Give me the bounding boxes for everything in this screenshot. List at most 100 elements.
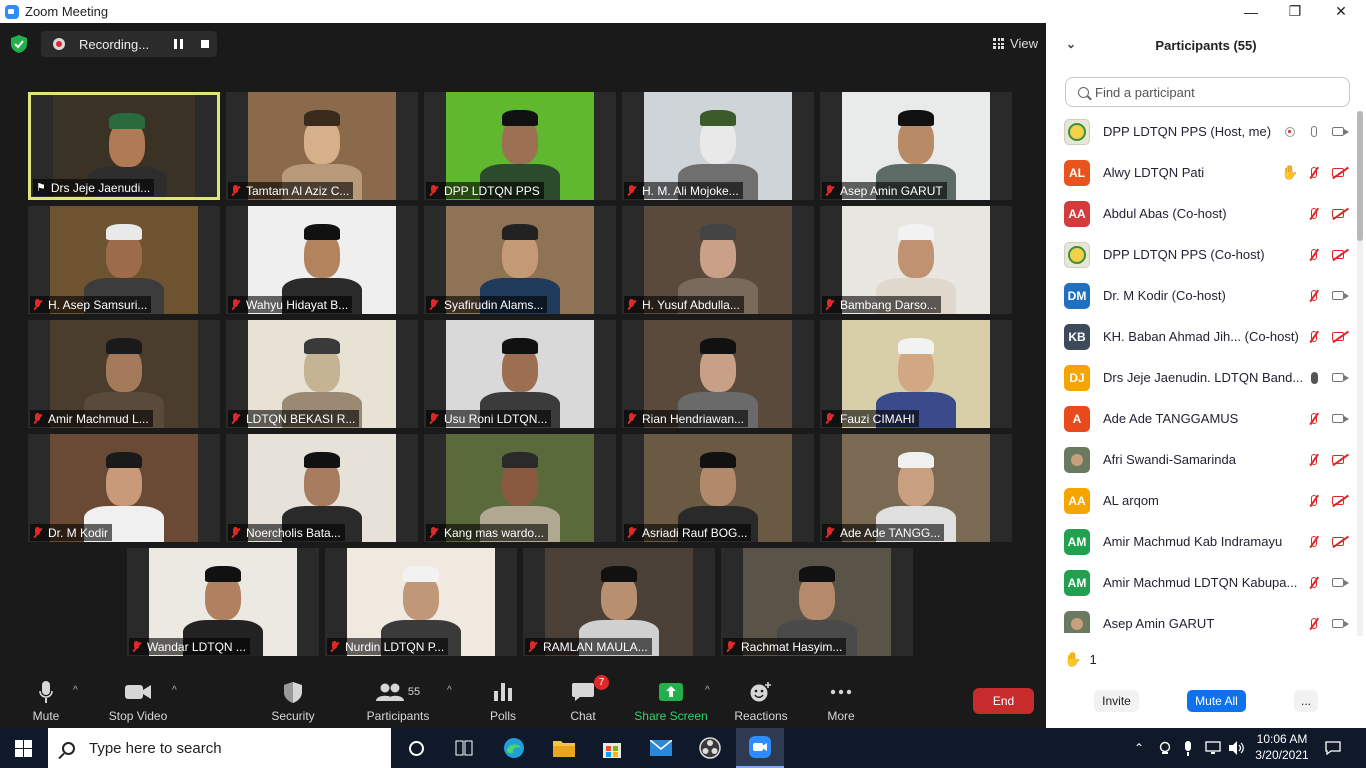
video-camera-off-icon[interactable] — [1326, 534, 1350, 550]
obs-studio-icon[interactable] — [686, 728, 734, 768]
stop-video-button[interactable]: Stop Video — [104, 679, 172, 723]
file-explorer-icon[interactable] — [540, 728, 588, 768]
microphone-muted-icon[interactable] — [1302, 493, 1326, 509]
participants-button[interactable]: 55 Participants — [362, 679, 434, 723]
video-tile[interactable]: Syafirudin Alams... — [424, 206, 616, 314]
microphone-muted-icon[interactable] — [1302, 534, 1326, 550]
zoom-taskbar-icon[interactable] — [736, 728, 784, 768]
participant-search[interactable] — [1065, 77, 1350, 107]
participant-row[interactable]: KB KH. Baban Ahmad Jih... (Co-host) — [1046, 316, 1356, 357]
network-icon[interactable] — [1205, 728, 1221, 768]
end-meeting-button[interactable]: End — [973, 688, 1034, 714]
invite-button[interactable]: Invite — [1094, 690, 1139, 712]
task-view-icon[interactable] — [440, 728, 488, 768]
cortana-icon[interactable] — [392, 728, 440, 768]
pause-recording-button[interactable] — [174, 39, 183, 49]
video-camera-off-icon[interactable] — [1326, 452, 1350, 468]
share-screen-button[interactable]: Share Screen — [634, 679, 708, 723]
participant-row[interactable]: DJ Drs Jeje Jaenudin. LDTQN Band... — [1046, 357, 1356, 398]
video-tile[interactable]: Noercholis Bata... — [226, 434, 418, 542]
participant-row[interactable]: A Ade Ade TANGGAMUS — [1046, 398, 1356, 439]
maximize-button[interactable]: ❐ — [1272, 0, 1318, 23]
minimize-button[interactable]: — — [1228, 0, 1274, 23]
system-clock[interactable]: 10:06 AM 3/20/2021 — [1254, 731, 1310, 763]
video-tile[interactable]: Wandar LDTQN ... — [127, 548, 319, 656]
video-tile[interactable]: Asriadi Rauf BOG... — [622, 434, 814, 542]
video-tile[interactable]: Fauzi CIMAHI — [820, 320, 1012, 428]
video-camera-off-icon[interactable] — [1326, 165, 1350, 181]
video-options-caret[interactable]: ^ — [172, 685, 177, 696]
participant-row[interactable]: AA Abdul Abas (Co-host) — [1046, 193, 1356, 234]
video-tile[interactable]: ⚑ Drs Jeje Jaenudi... — [28, 92, 220, 200]
video-camera-icon[interactable] — [1326, 616, 1350, 632]
windows-start-icon[interactable] — [15, 740, 32, 757]
microphone-muted-icon[interactable] — [1302, 288, 1326, 304]
reactions-button[interactable]: Reactions — [734, 679, 788, 723]
microphone-muted-icon[interactable] — [1302, 329, 1326, 345]
participant-row[interactable]: AM Amir Machmud LDTQN Kabupa... — [1046, 562, 1356, 603]
video-tile[interactable]: Ade Ade TANGG... — [820, 434, 1012, 542]
participant-row[interactable]: AM Amir Machmud Kab Indramayu — [1046, 521, 1356, 562]
close-button[interactable]: ✕ — [1318, 0, 1364, 23]
microphone-muted-icon[interactable] — [1302, 206, 1326, 222]
notifications-icon[interactable] — [1325, 728, 1341, 768]
microphone-muted-icon[interactable] — [1302, 452, 1326, 468]
more-button[interactable]: More — [824, 679, 858, 723]
mail-icon[interactable] — [637, 728, 685, 768]
volume-icon[interactable] — [1229, 728, 1245, 768]
panel-more-button[interactable]: ... — [1294, 690, 1318, 712]
microphone-muted-icon[interactable] — [1302, 165, 1326, 181]
mute-button[interactable]: Mute — [28, 679, 64, 723]
security-button[interactable]: Security — [268, 679, 318, 723]
microphone-muted-icon[interactable] — [1302, 575, 1326, 591]
video-tile[interactable]: Amir Machmud L... — [28, 320, 220, 428]
microphone-tray-icon[interactable] — [1183, 728, 1193, 768]
participants-options-caret[interactable]: ^ — [447, 685, 452, 696]
video-camera-icon[interactable] — [1326, 575, 1350, 591]
mute-all-button[interactable]: Mute All — [1187, 690, 1246, 712]
video-tile[interactable]: Nurdin LDTQN P... — [325, 548, 517, 656]
video-tile[interactable]: Kang mas wardo... — [424, 434, 616, 542]
video-tile[interactable]: Usu Roni LDTQN... — [424, 320, 616, 428]
chat-button[interactable]: 7 Chat — [565, 675, 609, 723]
participant-row[interactable]: DM Dr. M Kodir (Co-host) — [1046, 275, 1356, 316]
video-camera-icon[interactable] — [1326, 288, 1350, 304]
collapse-chevron-icon[interactable]: ⌄ — [1066, 37, 1076, 51]
video-tile[interactable]: Tamtam Al Aziz C... — [226, 92, 418, 200]
video-tile[interactable]: Bambang Darso... — [820, 206, 1012, 314]
video-tile[interactable]: H. M. Ali Mojoke... — [622, 92, 814, 200]
microphone-muted-icon[interactable] — [1302, 616, 1326, 632]
video-tile[interactable]: H. Asep Samsuri... — [28, 206, 220, 314]
participant-search-input[interactable] — [1095, 84, 1335, 100]
edge-browser-icon[interactable] — [490, 728, 538, 768]
video-tile[interactable]: Rian Hendriawan... — [622, 320, 814, 428]
microphone-active-icon[interactable] — [1302, 370, 1326, 386]
video-camera-off-icon[interactable] — [1326, 329, 1350, 345]
video-camera-icon[interactable] — [1326, 124, 1350, 140]
video-camera-off-icon[interactable] — [1326, 206, 1350, 222]
video-tile[interactable]: H. Yusuf Abdulla... — [622, 206, 814, 314]
microphone-muted-icon[interactable] — [1302, 247, 1326, 263]
video-tile[interactable]: RAMLAN MAULA... — [523, 548, 715, 656]
participant-row[interactable]: AA AL arqom — [1046, 480, 1356, 521]
video-camera-icon[interactable] — [1326, 370, 1350, 386]
video-tile[interactable]: Rachmat Hasyim... — [721, 548, 913, 656]
video-camera-icon[interactable] — [1326, 411, 1350, 427]
share-options-caret[interactable]: ^ — [705, 685, 710, 696]
participant-list-scrollbar[interactable] — [1357, 111, 1363, 636]
participant-row[interactable]: AL Alwy LDTQN Pati ✋ — [1046, 152, 1356, 193]
stop-recording-button[interactable] — [201, 40, 209, 48]
video-tile[interactable]: LDTQN BEKASI R... — [226, 320, 418, 428]
video-tile[interactable]: Wahyu Hidayat B... — [226, 206, 418, 314]
video-tile[interactable]: DPP LDTQN PPS — [424, 92, 616, 200]
polls-button[interactable]: Polls — [484, 679, 522, 723]
participant-row[interactable]: Asep Amin GARUT — [1046, 603, 1356, 633]
video-tile[interactable]: Asep Amin GARUT — [820, 92, 1012, 200]
webcam-tray-icon[interactable] — [1158, 728, 1172, 768]
view-button[interactable]: View — [993, 32, 1038, 54]
video-camera-off-icon[interactable] — [1326, 493, 1350, 509]
scrollbar-thumb[interactable] — [1357, 111, 1363, 241]
show-hidden-icons[interactable]: ⌃ — [1134, 728, 1144, 768]
participant-row[interactable]: DPP LDTQN PPS (Host, me) — [1046, 111, 1356, 152]
video-tile[interactable]: Dr. M Kodir — [28, 434, 220, 542]
